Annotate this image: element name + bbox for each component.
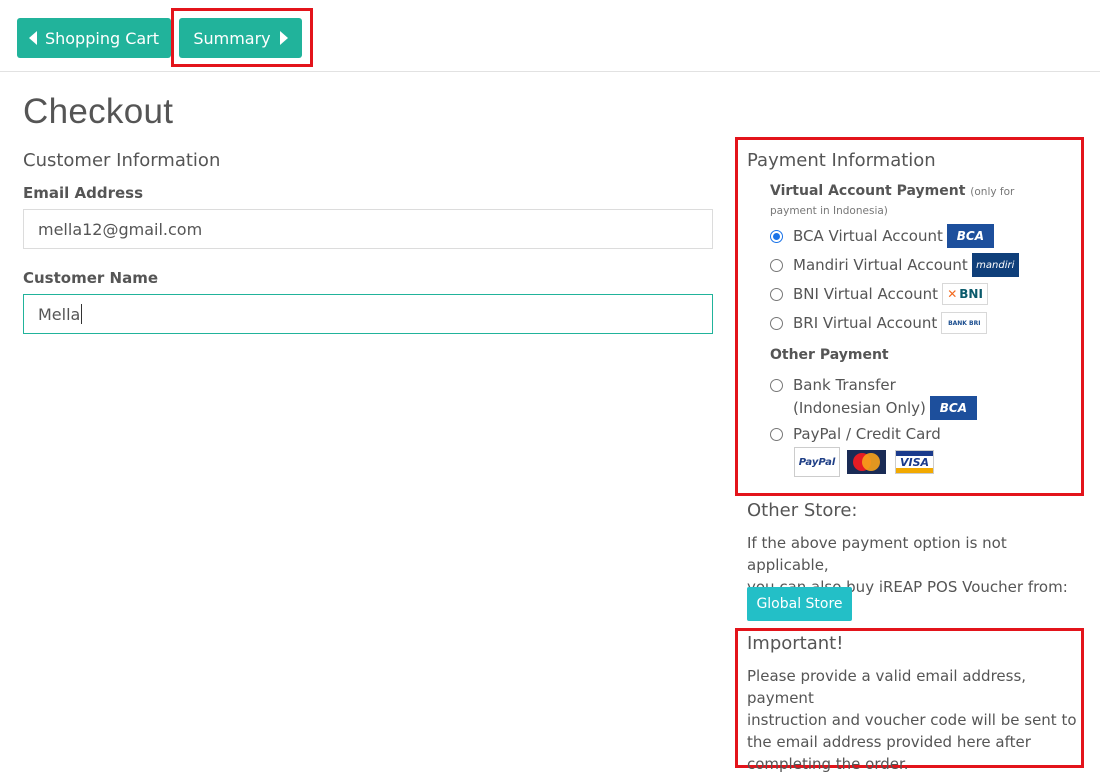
payment-option-bank-transfer[interactable]: Bank Transfer (Indonesian Only) BCA xyxy=(770,374,977,420)
bca-va-label: BCA Virtual Account xyxy=(793,227,943,245)
bca-logo-icon: BCA xyxy=(946,224,994,248)
paypal-logo-icon: PayPal xyxy=(794,447,840,477)
radio-paypal[interactable] xyxy=(770,427,783,441)
radio-mandiri-va[interactable] xyxy=(770,258,783,272)
radio-bank-transfer[interactable] xyxy=(770,379,783,392)
bank-transfer-line2-wrap: (Indonesian Only) BCA xyxy=(793,396,977,420)
payment-option-mandiri-va[interactable]: Mandiri Virtual Account mandiri xyxy=(770,253,1019,277)
mandiri-logo-icon: mandiri xyxy=(971,253,1019,277)
bank-transfer-line1: Bank Transfer xyxy=(793,376,896,394)
customer-name-value: Mella xyxy=(38,304,81,324)
email-field[interactable]: mella12@gmail.com xyxy=(23,209,713,249)
bca-logo-icon: BCA xyxy=(929,396,977,420)
other-store-heading: Other Store: xyxy=(747,500,858,521)
payment-option-bni-va[interactable]: BNI Virtual Account ✕ BNI xyxy=(770,283,989,305)
bri-logo-icon: BANK BRI xyxy=(941,312,988,334)
customer-name-field[interactable]: Mella xyxy=(23,294,713,334)
visa-logo-icon: VISA xyxy=(895,450,934,474)
payment-option-paypal[interactable]: PayPal / Credit Card xyxy=(770,425,941,443)
mastercard-orange-circle xyxy=(862,453,880,471)
radio-bca-va[interactable] xyxy=(770,229,783,243)
text-caret xyxy=(81,304,83,324)
payment-option-bca-va[interactable]: BCA Virtual Account BCA xyxy=(770,224,994,248)
important-line4: completing the order. xyxy=(747,755,909,773)
bni-va-label: BNI Virtual Account xyxy=(793,285,939,303)
email-label: Email Address xyxy=(23,184,144,202)
customer-info-heading: Customer Information xyxy=(23,150,221,171)
shopping-cart-label: Shopping Cart xyxy=(44,28,160,48)
other-payment-heading: Other Payment xyxy=(770,347,889,363)
mastercard-logo-icon xyxy=(847,450,886,474)
payment-option-bri-va[interactable]: BRI Virtual Account BANK BRI xyxy=(770,312,988,334)
global-store-button[interactable]: Global Store xyxy=(747,587,852,621)
radio-bri-va[interactable] xyxy=(770,316,783,330)
mandiri-va-label: Mandiri Virtual Account xyxy=(793,256,968,274)
top-nav-bar: Shopping Cart Summary xyxy=(0,0,1100,72)
email-value: mella12@gmail.com xyxy=(38,219,203,239)
important-text: Please provide a valid email address, pa… xyxy=(747,665,1077,775)
va-heading-text: Virtual Account Payment xyxy=(770,183,966,199)
payment-info-heading: Payment Information xyxy=(747,150,936,171)
va-payment-heading: Virtual Account Payment (only for paymen… xyxy=(770,182,1060,220)
summary-button[interactable]: Summary xyxy=(179,18,302,58)
radio-bni-va[interactable] xyxy=(770,287,783,301)
bni-logo-text: BNI xyxy=(959,287,983,301)
shopping-cart-button[interactable]: Shopping Cart xyxy=(17,18,171,58)
paypal-label: PayPal / Credit Card xyxy=(793,425,941,443)
summary-label: Summary xyxy=(193,28,271,48)
page-title: Checkout xyxy=(23,92,174,131)
chevron-right-icon xyxy=(279,31,288,45)
bri-va-label: BRI Virtual Account xyxy=(793,314,938,332)
important-line1: Please provide a valid email address, pa… xyxy=(747,667,1027,707)
important-line2: instruction and voucher code will be sen… xyxy=(747,711,1077,729)
important-line3: the email address provided here after xyxy=(747,733,1031,751)
visa-bottom-stripe xyxy=(896,468,933,473)
chevron-left-icon xyxy=(28,31,37,45)
other-store-line1: If the above payment option is not appli… xyxy=(747,534,1007,574)
bni-logo-icon: ✕ BNI xyxy=(942,283,989,305)
important-heading: Important! xyxy=(747,633,844,654)
bank-transfer-line2: (Indonesian Only) xyxy=(793,399,926,417)
bank-transfer-text: Bank Transfer (Indonesian Only) BCA xyxy=(793,374,977,420)
customer-name-label: Customer Name xyxy=(23,269,158,287)
visa-logo-text: VISA xyxy=(899,455,930,469)
